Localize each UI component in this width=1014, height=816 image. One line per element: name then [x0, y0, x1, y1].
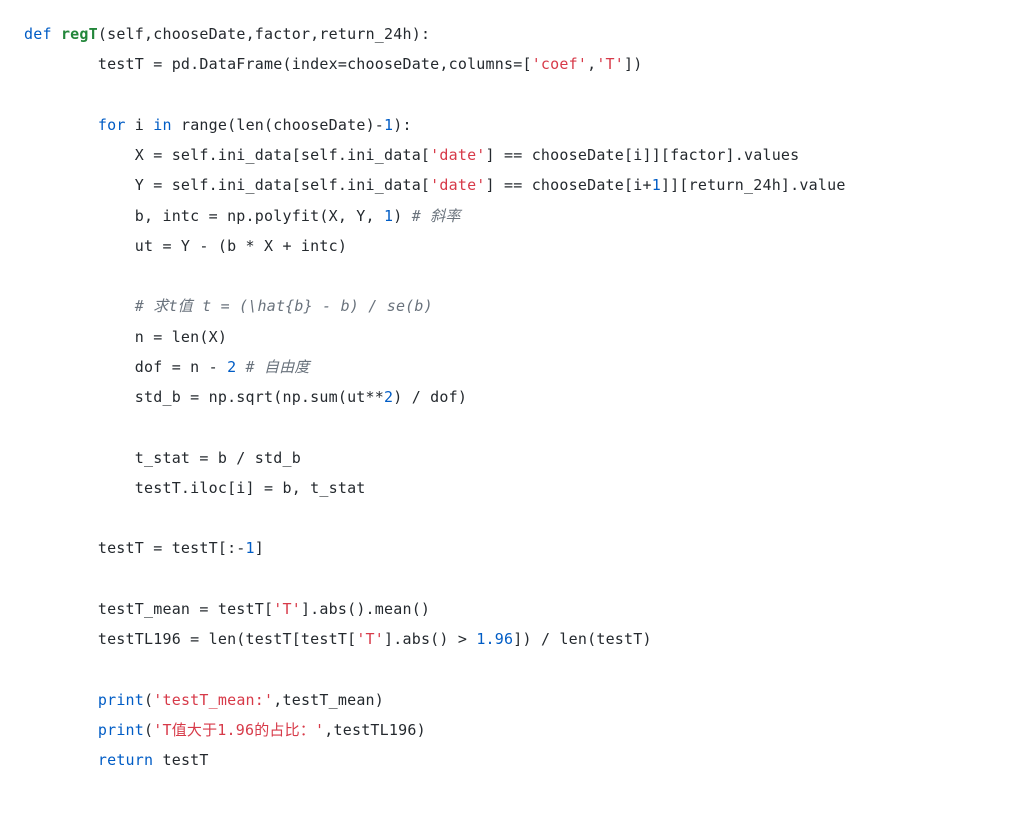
code-token: return [98, 751, 153, 769]
code-token: 2 [384, 388, 393, 406]
code-token: 'date' [430, 176, 485, 194]
code-token: std_b = np.sqrt(np.sum(ut** [24, 388, 384, 406]
code-token: Y = self.ini_data[self.ini_data[ [24, 176, 430, 194]
code-token: in [153, 116, 171, 134]
code-token: 'coef' [532, 55, 587, 73]
code-token: ].abs().mean() [301, 600, 430, 618]
code-token: ]) / len(testT) [513, 630, 651, 648]
code-token: n = len(X) [24, 328, 227, 346]
code-block: def regT(self,chooseDate,factor,return_2… [0, 0, 1014, 796]
code-token: testT = testT[:- [24, 539, 246, 557]
code-token: 'T' [596, 55, 624, 73]
code-token: testTL196 = len(testT[testT[ [24, 630, 356, 648]
code-token: 'T' [356, 630, 384, 648]
code-token: ]) [624, 55, 642, 73]
code-token: b, intc = np.polyfit(X, Y, [24, 207, 384, 225]
code-token: ) [393, 207, 411, 225]
code-token: 'date' [430, 146, 485, 164]
code-token [24, 721, 98, 739]
code-token: ] == chooseDate[i+ [486, 176, 652, 194]
code-token [24, 691, 98, 709]
code-token: ] [255, 539, 264, 557]
code-token: ut = Y - (b * X + intc) [24, 237, 347, 255]
code-token: t_stat = b / std_b [24, 449, 301, 467]
code-token: i [126, 116, 154, 134]
code-token: ,testT_mean) [273, 691, 384, 709]
code-token: 'T值大于1.96的占比：' [153, 721, 324, 739]
code-token [52, 25, 61, 43]
code-token: testT = pd.DataFrame(index=chooseDate,co… [24, 55, 532, 73]
code-token: ) / dof) [393, 388, 467, 406]
code-token [236, 358, 245, 376]
code-token: regT [61, 25, 98, 43]
code-token: , [587, 55, 596, 73]
code-token: # 斜率 [412, 207, 461, 225]
code-token: testT.iloc[i] = b, t_stat [24, 479, 366, 497]
code-token: ]][return_24h].value [661, 176, 846, 194]
code-token: print [98, 721, 144, 739]
code-token: 'testT_mean:' [153, 691, 273, 709]
code-token: range(len(chooseDate)- [172, 116, 384, 134]
code-token: # 自由度 [246, 358, 310, 376]
code-token: 1 [384, 207, 393, 225]
code-token: 1.96 [476, 630, 513, 648]
code-token: print [98, 691, 144, 709]
code-token [24, 116, 98, 134]
code-token: ].abs() > [384, 630, 476, 648]
code-token: 'T' [273, 600, 301, 618]
code-token: (self,chooseDate,factor,return_24h): [98, 25, 430, 43]
code-token: ( [144, 691, 153, 709]
code-token: ,testTL196) [324, 721, 426, 739]
code-token: 2 [227, 358, 236, 376]
code-token: X = self.ini_data[self.ini_data[ [24, 146, 430, 164]
code-token: 1 [384, 116, 393, 134]
code-token: def [24, 25, 52, 43]
code-token: 1 [652, 176, 661, 194]
code-token: dof = n - [24, 358, 227, 376]
code-content: def regT(self,chooseDate,factor,return_2… [24, 25, 846, 769]
code-token: # 求t值 t = (\hat{b} - b) / se(b) [135, 297, 433, 315]
code-token [24, 297, 135, 315]
code-token [24, 751, 98, 769]
code-token: ): [393, 116, 411, 134]
code-token: 1 [246, 539, 255, 557]
code-token: ( [144, 721, 153, 739]
code-token: testT [153, 751, 208, 769]
code-token: for [98, 116, 126, 134]
code-token: testT_mean = testT[ [24, 600, 273, 618]
code-token: ] == chooseDate[i]][factor].values [486, 146, 800, 164]
